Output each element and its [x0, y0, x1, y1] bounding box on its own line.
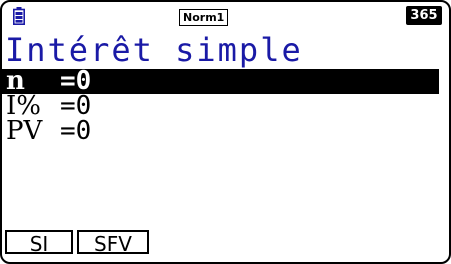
f2-sfv-button[interactable]: SFV: [77, 230, 149, 256]
status-bar: Norm1 365: [2, 2, 449, 30]
battery-icon: [13, 7, 25, 25]
variable-value: =0: [60, 116, 92, 146]
screen-title: Intérêt simple: [5, 31, 303, 69]
mode-indicator: Norm1: [179, 9, 229, 26]
f1-si-button[interactable]: SI: [5, 230, 73, 256]
counter-badge: 365: [406, 6, 442, 25]
variable-name: PV: [6, 116, 43, 146]
variable-row-pv[interactable]: PV =0: [2, 116, 439, 146]
calculator-screen: Norm1 365 Intérêt simple n =0 I% =0 PV =…: [0, 0, 451, 264]
